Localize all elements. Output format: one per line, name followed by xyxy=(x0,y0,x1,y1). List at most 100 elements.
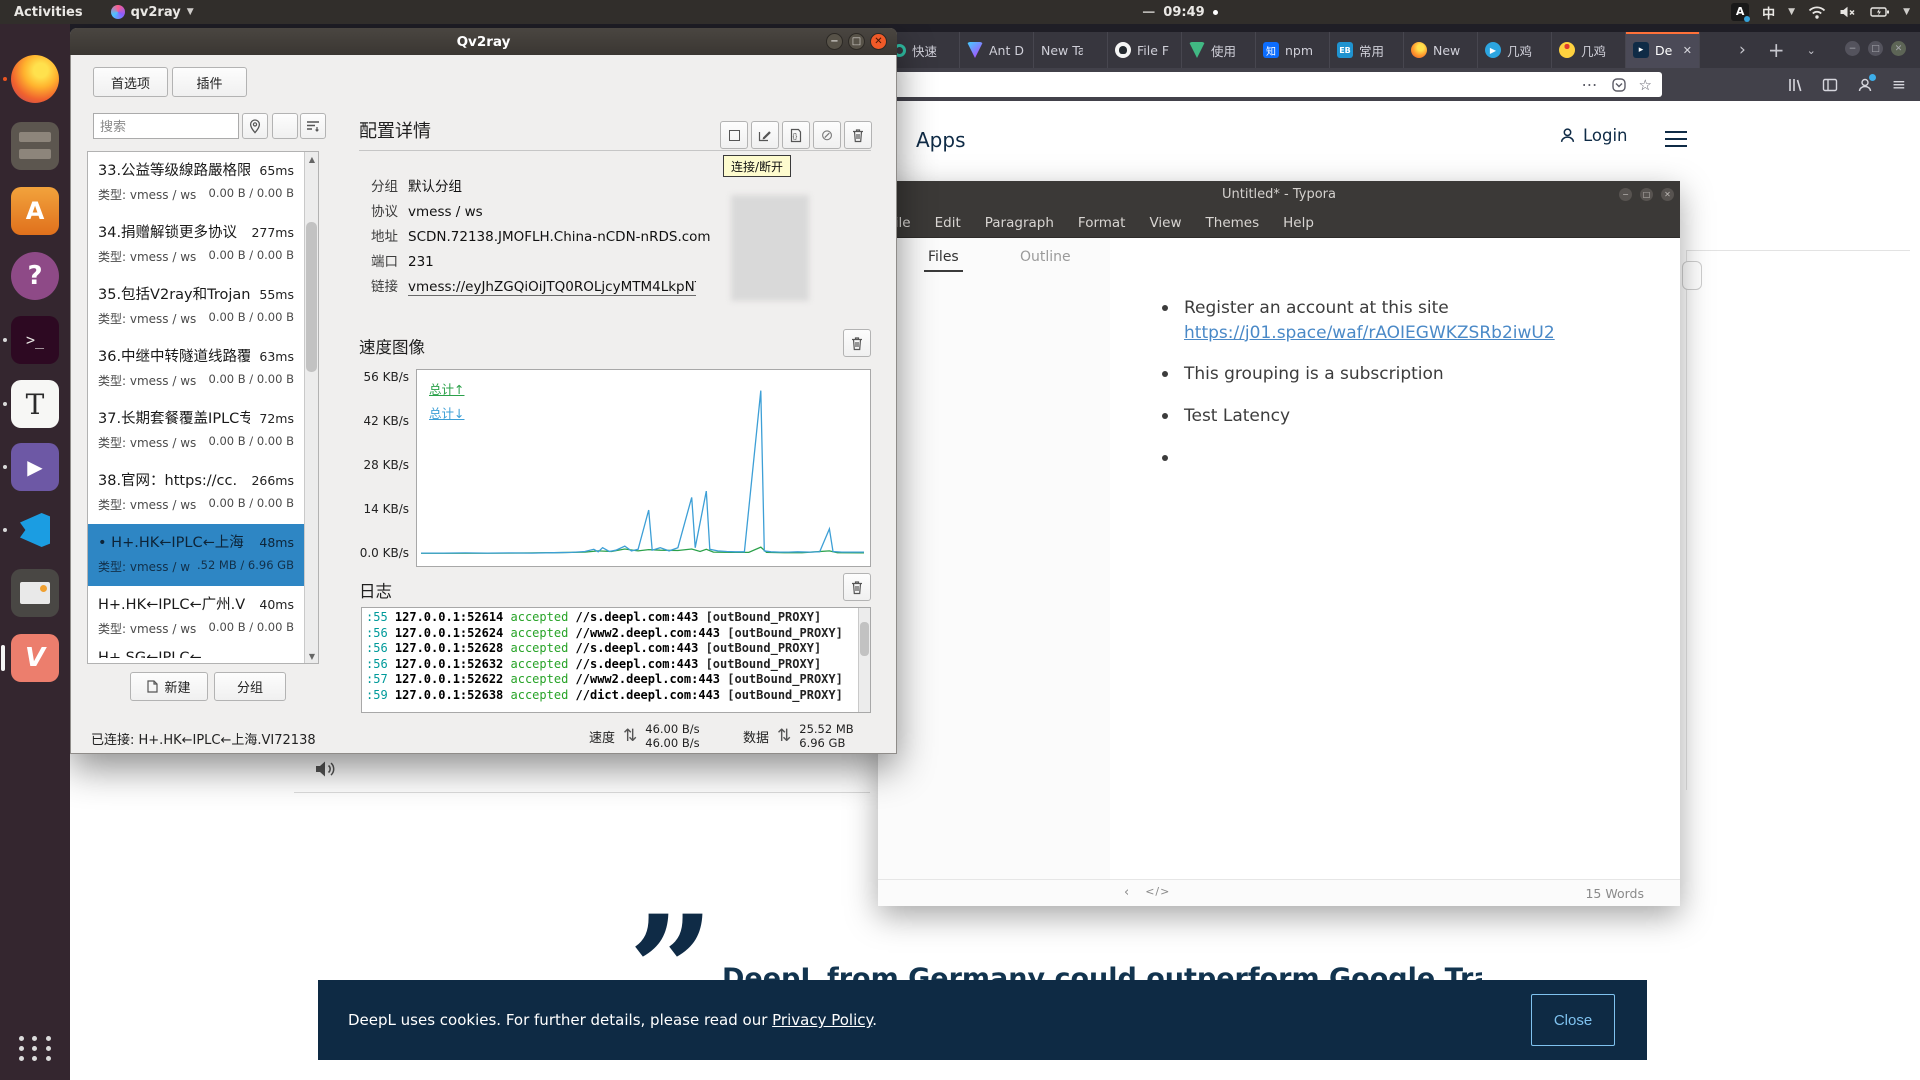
minimize-icon[interactable]: − xyxy=(1619,188,1632,201)
dock-item-help[interactable]: ? xyxy=(11,252,59,300)
scrollbar-thumb[interactable] xyxy=(1682,261,1702,290)
browser-tab-10[interactable]: 几鸡 xyxy=(1552,32,1626,68)
close-icon[interactable]: ✕ xyxy=(1891,41,1906,56)
subscription-link[interactable]: https://j01.space/waf/rAOIEGWKZSRb2iwU2 xyxy=(1184,323,1555,343)
menu-item-view[interactable]: View xyxy=(1149,215,1181,231)
connect-disconnect-button[interactable] xyxy=(720,121,748,149)
log-output[interactable]: :55 127.0.0.1:52614 accepted //s.deepl.c… xyxy=(361,607,871,713)
preferences-button[interactable]: 首选项 xyxy=(93,67,168,97)
wifi-icon[interactable] xyxy=(1808,5,1826,19)
share-qr-button[interactable]: ⊘ xyxy=(813,121,841,149)
scroll-up-icon[interactable]: ▲ xyxy=(305,152,319,166)
typora-editor[interactable]: Register an account at this sitehttps://… xyxy=(1110,238,1680,879)
login-button[interactable]: Login xyxy=(1559,126,1628,145)
group-button[interactable]: 分组 xyxy=(214,672,286,701)
activities-button[interactable]: Activities xyxy=(14,5,83,20)
dock-item-ubuntu-software[interactable]: A xyxy=(11,187,59,235)
tab-outline[interactable]: Outline xyxy=(1020,249,1071,265)
hamburger-menu-icon[interactable] xyxy=(1665,131,1687,152)
browser-tab-7[interactable]: EB常用 xyxy=(1330,32,1404,68)
dock-item-terminal[interactable]: >_ xyxy=(11,316,59,364)
browser-tab-5[interactable]: 使用 xyxy=(1182,32,1256,68)
sort-button[interactable] xyxy=(300,113,326,139)
plugins-button[interactable]: 插件 xyxy=(172,67,247,97)
config-value[interactable]: vmess://eyJhZGQiOiJTQ0ROLjcyMTM4LkpNT0ZM… xyxy=(408,279,696,296)
menu-item-edit[interactable]: Edit xyxy=(935,215,961,231)
server-item-1[interactable]: 33.公益等级線路嚴格限65ms类型: vmess / ws0.00 B / 0… xyxy=(88,152,318,214)
blank-button[interactable] xyxy=(272,113,298,139)
edit-json-button[interactable]: {} xyxy=(782,121,810,149)
dock-item-qv2ray[interactable]: V xyxy=(11,634,59,682)
tab-close-icon[interactable]: ✕ xyxy=(1683,44,1692,57)
input-method-icon[interactable]: A xyxy=(1731,3,1749,21)
account-icon[interactable] xyxy=(1857,77,1873,93)
menu-item-paragraph[interactable]: Paragraph xyxy=(985,215,1054,231)
bullet-item-3[interactable]: Test Latency xyxy=(1160,404,1555,429)
volume-muted-icon[interactable] xyxy=(1839,5,1857,19)
browser-tab-2[interactable]: Ant D xyxy=(960,32,1034,68)
sidebar-icon[interactable] xyxy=(1822,77,1838,93)
server-item-7[interactable]: • H+.HK←IPLC←上海48ms类型: vmess / w.52 MB /… xyxy=(88,524,318,586)
new-config-button[interactable]: 新建 xyxy=(130,672,208,701)
browser-tab-3[interactable]: New Tab xyxy=(1034,32,1108,68)
locate-button[interactable] xyxy=(242,113,268,139)
speaker-icon[interactable] xyxy=(314,759,338,779)
scrollbar[interactable]: ▲ ▼ xyxy=(304,152,318,663)
bullet-item-2[interactable]: This grouping is a subscription xyxy=(1160,362,1555,387)
dock-item-image-tool[interactable] xyxy=(11,569,59,617)
server-item-4[interactable]: 36.中继中转隧道线路覆63ms类型: vmess / ws0.00 B / 0… xyxy=(88,338,318,400)
ime-language-indicator[interactable]: 中 xyxy=(1762,3,1775,22)
server-item-2[interactable]: 34.捐赠解锁更多协议277ms类型: vmess / ws0.00 B / 0… xyxy=(88,214,318,276)
server-item-3[interactable]: 35.包括V2ray和Trojan55ms类型: vmess / ws0.00 … xyxy=(88,276,318,338)
clear-graph-button[interactable] xyxy=(843,329,871,357)
source-code-icon[interactable]: </> xyxy=(1145,885,1170,900)
menu-item-format[interactable]: Format xyxy=(1078,215,1126,231)
scroll-down-icon[interactable]: ▼ xyxy=(305,649,319,663)
dock-item-firefox[interactable] xyxy=(11,55,59,103)
tab-files[interactable]: Files xyxy=(928,249,959,265)
browser-tab-8[interactable]: New xyxy=(1404,32,1478,68)
battery-charging-icon[interactable] xyxy=(1870,6,1890,18)
edit-config-button[interactable] xyxy=(751,121,779,149)
menu-item-help[interactable]: Help xyxy=(1283,215,1314,231)
dock-item-typora[interactable]: T xyxy=(11,380,59,428)
legend-total-up[interactable]: 总计↑ xyxy=(429,379,464,398)
show-applications-button[interactable] xyxy=(17,1030,53,1066)
cookie-close-button[interactable]: Close xyxy=(1531,994,1615,1046)
bullet-item-4[interactable] xyxy=(1160,446,1555,464)
tab-overflow-icon[interactable]: › xyxy=(1739,40,1746,60)
browser-tab-4[interactable]: File F xyxy=(1108,32,1182,68)
typora-titlebar[interactable]: Untitled* - Typora − □ ✕ xyxy=(878,181,1680,208)
maximize-icon[interactable]: □ xyxy=(1868,41,1883,56)
library-icon[interactable] xyxy=(1787,77,1803,93)
browser-tab-1[interactable]: 快速 xyxy=(886,32,960,68)
close-icon[interactable]: ✕ xyxy=(1661,188,1674,201)
maximize-icon[interactable]: □ xyxy=(1640,188,1653,201)
browser-tab-6[interactable]: 知npm xyxy=(1256,32,1330,68)
menu-icon[interactable]: ≡ xyxy=(1892,75,1906,95)
minimize-icon[interactable]: − xyxy=(826,33,843,50)
new-tab-button[interactable]: + xyxy=(1768,38,1785,62)
chevron-down-icon[interactable]: ▼ xyxy=(1903,7,1910,17)
clock[interactable]: — 09:49 xyxy=(1100,0,1260,24)
server-item-6[interactable]: 38.官网：https://cc.266ms类型: vmess / ws0.00… xyxy=(88,462,318,524)
minimize-icon[interactable]: − xyxy=(1845,41,1860,56)
app-menu[interactable]: qv2ray ▼ xyxy=(111,5,194,20)
pocket-icon[interactable] xyxy=(1612,78,1626,92)
bullet-item-1[interactable]: Register an account at this sitehttps://… xyxy=(1160,296,1555,345)
sidebar-toggle-icon[interactable]: ‹ xyxy=(1124,885,1129,900)
qv2ray-titlebar[interactable]: Qv2ray − □ ✕ xyxy=(70,28,897,55)
server-item-8[interactable]: H+.HK←IPLC←广州.V40ms类型: vmess / ws0.00 B … xyxy=(88,586,318,648)
maximize-icon[interactable]: □ xyxy=(848,33,865,50)
page-actions-icon[interactable]: ⋯ xyxy=(1582,75,1599,94)
close-icon[interactable]: ✕ xyxy=(870,33,887,50)
browser-tab-11[interactable]: ▸De✕ xyxy=(1626,32,1700,68)
legend-total-down[interactable]: 总计↓ xyxy=(429,403,464,422)
bookmark-star-icon[interactable]: ☆ xyxy=(1639,76,1652,94)
search-input[interactable] xyxy=(93,113,239,139)
browser-tab-9[interactable]: ▶几鸡 xyxy=(1478,32,1552,68)
privacy-policy-link[interactable]: Privacy Policy xyxy=(772,1011,872,1029)
dock-item-purple-app[interactable]: ▶ xyxy=(11,443,59,491)
server-item-9[interactable]: H+.SG←IPLC← xyxy=(88,648,318,658)
tab-list-icon[interactable]: ⌄ xyxy=(1807,44,1816,57)
